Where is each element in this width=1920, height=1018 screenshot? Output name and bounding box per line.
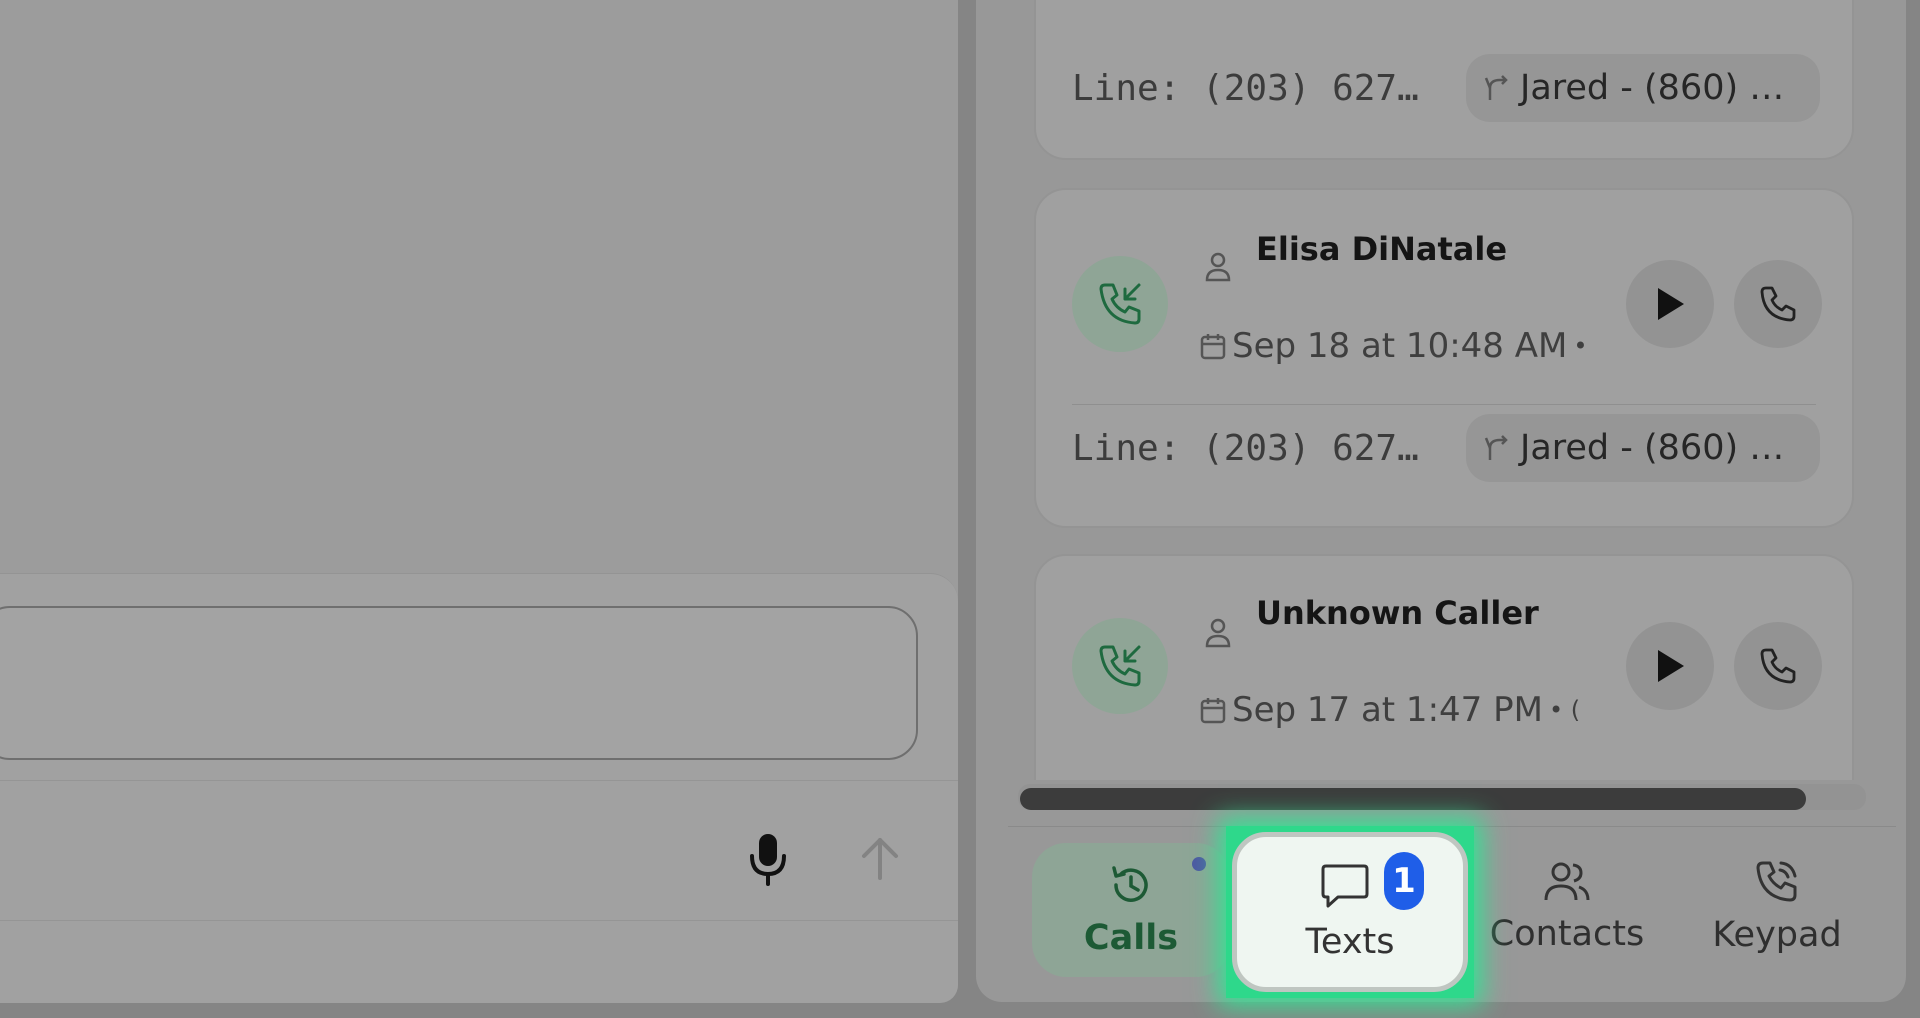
composer-divider	[0, 920, 958, 921]
person-icon	[1205, 252, 1231, 282]
microphone-button[interactable]	[744, 828, 792, 890]
call-direction-badge	[1072, 618, 1168, 714]
play-recording-button[interactable]	[1626, 622, 1714, 710]
horizontal-scrollbar-thumb[interactable]	[1020, 788, 1806, 810]
history-icon	[1112, 866, 1148, 902]
call-date: Sep 17 at 1:47 PM	[1232, 690, 1543, 730]
send-button[interactable]	[852, 828, 908, 890]
line-label: Line: (203) 627…	[1072, 68, 1419, 109]
play-icon	[1658, 288, 1684, 320]
composer-divider	[0, 780, 958, 781]
arrow-up-icon	[862, 838, 898, 880]
unread-dot	[1192, 857, 1206, 871]
tab-keypad[interactable]: Keypad	[1692, 827, 1862, 987]
line-label: Line: (203) 627…	[1072, 428, 1419, 469]
routed-to-label: Jared - (860) …	[1520, 428, 1785, 468]
call-date-row: Sep 18 at 10:48 AM •	[1200, 326, 1630, 366]
routed-to-label: Jared - (860) …	[1520, 68, 1785, 108]
call-history-list[interactable]: Line: (203) 627… Jared - (860) … Elisa D…	[1030, 0, 1866, 780]
date-separator: •	[1573, 332, 1588, 360]
call-date-row: Sep 17 at 1:47 PM • (	[1200, 690, 1630, 730]
calendar-icon	[1200, 334, 1226, 360]
calendar-icon	[1200, 698, 1226, 724]
contacts-icon	[1544, 862, 1590, 901]
tab-contacts[interactable]: Contacts	[1480, 827, 1654, 987]
unread-count-badge: 1	[1384, 852, 1424, 910]
route-icon	[1484, 435, 1508, 460]
phone-keypad-icon	[1756, 861, 1797, 902]
call-back-button[interactable]	[1734, 260, 1822, 348]
call-card[interactable]: Elisa DiNatale Sep 18 at 10:48 AM • Line…	[1034, 188, 1854, 528]
call-date: Sep 18 at 10:48 AM	[1232, 326, 1568, 366]
call-card[interactable]: Unknown Caller Sep 17 at 1:47 PM • (	[1034, 554, 1854, 780]
play-icon	[1658, 650, 1684, 682]
play-recording-button[interactable]	[1626, 260, 1714, 348]
message-composer	[0, 573, 958, 1003]
route-icon	[1484, 75, 1508, 100]
tab-contacts-label: Contacts	[1489, 914, 1645, 954]
tab-texts[interactable]: 1 Texts	[1232, 832, 1468, 992]
message-input[interactable]	[0, 606, 918, 760]
phone-icon	[1760, 648, 1796, 684]
phone-icon	[1760, 286, 1796, 322]
date-separator: • (	[1548, 696, 1581, 724]
call-back-button[interactable]	[1734, 622, 1822, 710]
caller-name: Elisa DiNatale	[1256, 230, 1508, 268]
texts-icon-wrap: 1	[1320, 852, 1424, 912]
call-card[interactable]: Line: (203) 627… Jared - (860) …	[1034, 0, 1854, 160]
routed-to-chip[interactable]: Jared - (860) …	[1466, 414, 1820, 482]
incoming-call-icon	[1099, 283, 1141, 325]
incoming-call-icon	[1099, 645, 1141, 687]
person-icon	[1205, 618, 1231, 648]
tab-keypad-label: Keypad	[1712, 915, 1842, 955]
texts-tab-highlight: 1 Texts	[1226, 826, 1474, 998]
message-icon	[1321, 864, 1369, 908]
call-direction-badge	[1072, 256, 1168, 352]
caller-name: Unknown Caller	[1256, 594, 1539, 632]
tab-calls-label: Calls	[1083, 918, 1179, 958]
routed-to-chip[interactable]: Jared - (860) …	[1466, 54, 1820, 122]
microphone-icon	[750, 834, 786, 886]
tab-texts-label: Texts	[1305, 922, 1395, 962]
card-divider	[1072, 404, 1816, 405]
